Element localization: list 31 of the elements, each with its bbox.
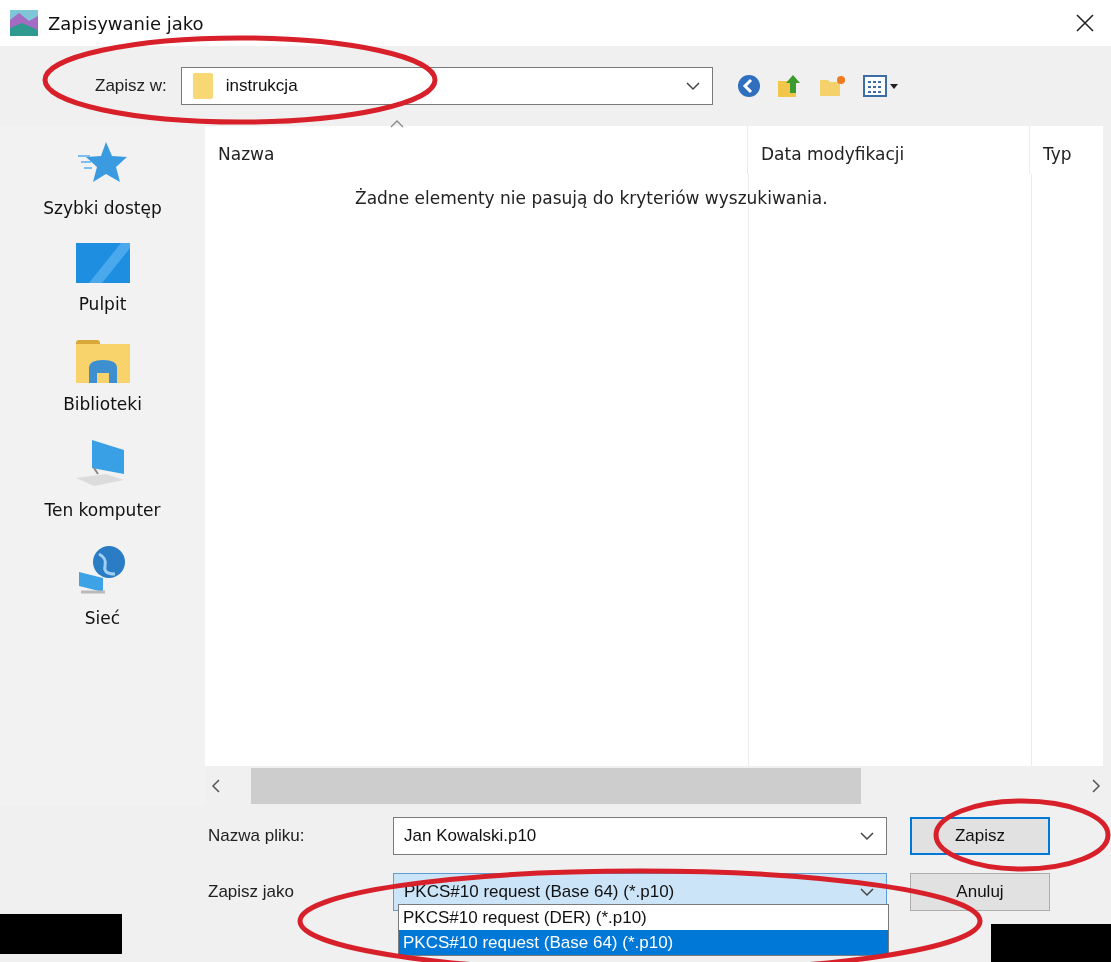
file-name-field[interactable]: Jan Kowalski.p10	[393, 817, 887, 855]
window-title: Zapisywanie jako	[48, 12, 205, 34]
close-icon[interactable]	[1075, 13, 1095, 33]
field-label: Nazwa pliku:	[208, 826, 306, 846]
empty-message: Żadne elementy nie pasują do kryteriów wyszukiwania.	[355, 188, 828, 208]
field-label: Zapisz w:	[95, 76, 167, 96]
save-button[interactable]: Zapisz	[910, 817, 1050, 855]
field-label: Zapisz jako	[208, 882, 295, 902]
sidebar-item[interactable]: Pulpit	[74, 242, 131, 314]
app-icon	[10, 10, 38, 36]
monitor-icon	[74, 242, 131, 284]
column-header[interactable]: Nazwa	[218, 144, 275, 164]
view-menu-icon[interactable]	[862, 74, 899, 98]
cancel-button[interactable]: Anuluj	[910, 873, 1050, 911]
chevron-down-icon	[685, 81, 700, 91]
chevron-right-icon[interactable]	[1091, 779, 1101, 793]
column-header[interactable]: Typ	[1043, 144, 1072, 164]
folder-icon	[74, 338, 131, 384]
location-dropdown[interactable]: instrukcja	[180, 67, 713, 105]
chevron-down-icon	[860, 831, 874, 841]
column-header[interactable]: Data modyfikacji	[761, 144, 905, 164]
sort-caret-icon	[390, 120, 404, 128]
folder-icon	[191, 72, 214, 100]
sidebar-item[interactable]: Szybki dostęp	[43, 140, 162, 218]
dropdown-option[interactable]: PKCS#10 request (Base 64) (*.p10)	[399, 930, 888, 955]
sidebar-item[interactable]: Biblioteki	[63, 338, 142, 414]
sidebar-item[interactable]: Ten komputer	[44, 438, 161, 520]
chevron-down-icon	[860, 887, 874, 897]
sidebar-item[interactable]: Sieć	[74, 544, 131, 628]
chevron-left-icon[interactable]	[211, 779, 221, 793]
up-folder-icon[interactable]	[776, 73, 803, 99]
